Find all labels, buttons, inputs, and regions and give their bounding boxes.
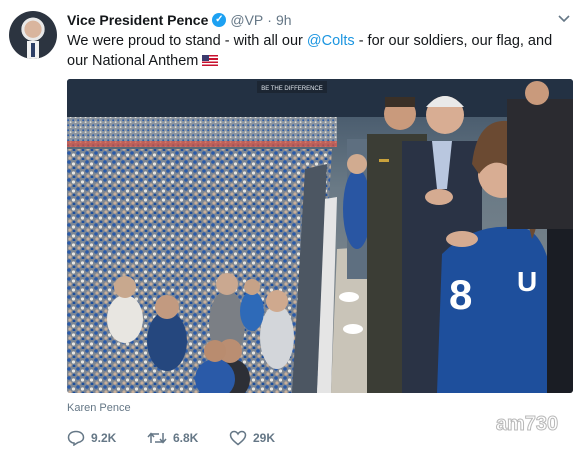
- retweet-count: 6.8K: [173, 431, 199, 445]
- plate: [339, 292, 359, 302]
- us-flag-emoji: [202, 55, 219, 66]
- crowd-section: [67, 149, 332, 393]
- tweet-actions: 9.2K 6.8K 29K: [67, 428, 367, 448]
- jersey-number: 8: [449, 271, 472, 318]
- jersey-logo-text: U: [517, 266, 537, 297]
- suite-guest-right: [507, 99, 573, 229]
- author-handle[interactable]: @VP: [230, 12, 263, 28]
- suite-guest-head: [347, 154, 367, 174]
- mention-link[interactable]: @Colts: [307, 33, 355, 49]
- reply-icon: [67, 430, 85, 446]
- retweet-button[interactable]: 6.8K: [147, 428, 198, 448]
- media-tag-caption[interactable]: Karen Pence: [67, 402, 131, 414]
- like-button[interactable]: 29K: [229, 428, 275, 448]
- stadium-photo: BE THE DIFFERENCE 8 U: [67, 79, 573, 393]
- header-separator: ·: [267, 12, 272, 28]
- verified-badge-icon: ✓: [212, 13, 227, 27]
- am730-watermark: am730: [495, 413, 558, 436]
- tweet-text: We were proud to stand - with all our @C…: [67, 31, 572, 71]
- tweet-text-part1: We were proud to stand - with all our: [67, 33, 307, 49]
- ribbon-board: [67, 141, 337, 147]
- scoreboard-text: BE THE DIFFERENCE: [261, 86, 323, 92]
- watermark-text: am730: [496, 413, 558, 435]
- retweet-icon: [147, 432, 167, 444]
- tweet-timestamp[interactable]: 9h: [276, 12, 292, 28]
- like-count: 29K: [253, 431, 276, 445]
- suite-guest: [343, 169, 371, 249]
- suite-guest-right-head: [525, 81, 549, 105]
- author-avatar[interactable]: [9, 11, 57, 59]
- reply-button[interactable]: 9.2K: [67, 428, 116, 448]
- plate: [343, 324, 363, 334]
- like-icon: [229, 430, 247, 446]
- reply-count: 9.2K: [91, 431, 117, 445]
- dropdown-caret-icon[interactable]: [558, 14, 570, 26]
- suite-seat: [547, 229, 573, 393]
- author-name[interactable]: Vice President Pence: [67, 12, 208, 28]
- avatar-tie: [31, 43, 35, 57]
- tweet-header: Vice President Pence ✓ @VP · 9h: [67, 11, 292, 29]
- tweet-photo[interactable]: BE THE DIFFERENCE 8 U: [67, 79, 573, 393]
